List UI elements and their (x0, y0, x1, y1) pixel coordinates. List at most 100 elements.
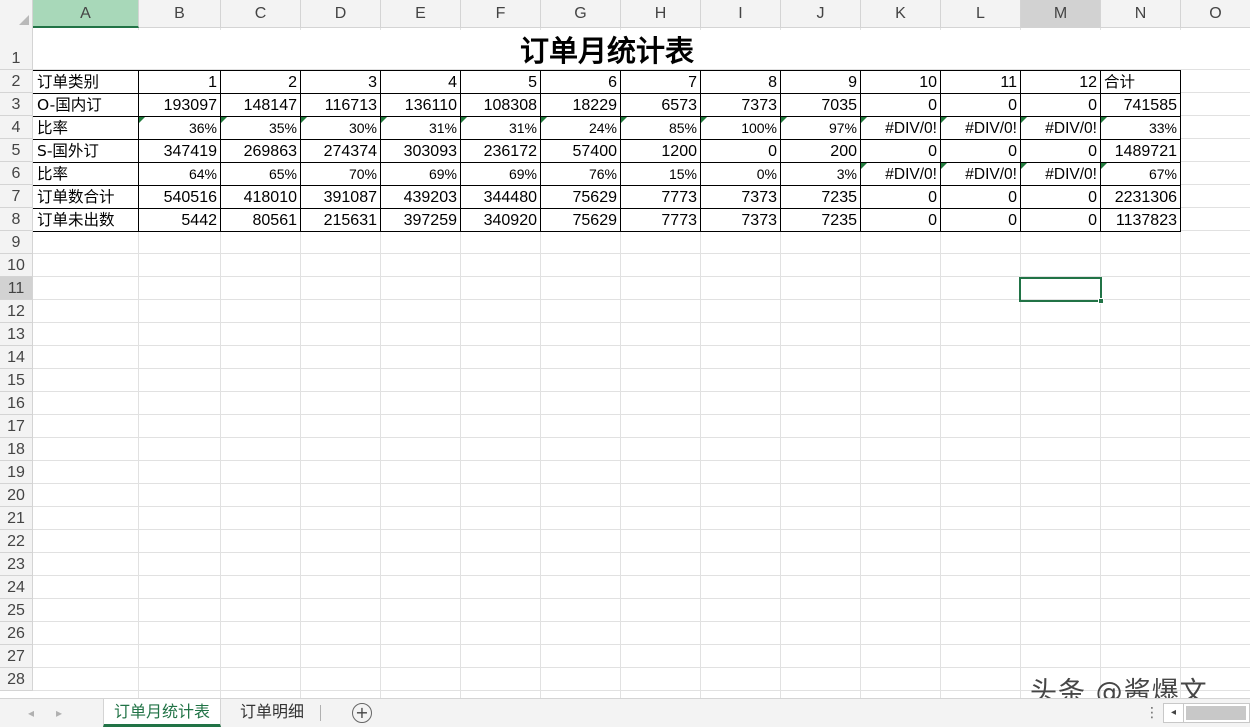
table-cell[interactable]: 0 (861, 209, 940, 232)
column-header-g[interactable]: G (541, 0, 621, 28)
table-cell[interactable]: 69% (461, 163, 540, 186)
row-header-4[interactable]: 4 (0, 116, 33, 139)
table-cell[interactable]: 215631 (301, 209, 380, 232)
table-cell[interactable]: 0 (861, 94, 940, 117)
row-header-5[interactable]: 5 (0, 139, 33, 162)
table-cell[interactable]: 741585 (1101, 94, 1180, 117)
column-header-c[interactable]: C (221, 0, 301, 28)
table-cell[interactable]: 75629 (541, 209, 620, 232)
row-header-27[interactable]: 27 (0, 645, 33, 668)
table-header-cell[interactable]: 7 (621, 71, 700, 94)
row-header-12[interactable]: 12 (0, 300, 33, 323)
table-cell[interactable]: 订单数合计 (34, 186, 138, 209)
table-cell[interactable]: 2231306 (1101, 186, 1180, 209)
row-header-7[interactable]: 7 (0, 185, 33, 208)
table-cell[interactable]: 1200 (621, 140, 700, 163)
table-cell[interactable]: 7373 (701, 186, 780, 209)
table-header-cell[interactable]: 10 (861, 71, 940, 94)
table-cell[interactable]: 0 (1021, 186, 1100, 209)
table-cell[interactable]: 0 (1021, 94, 1100, 117)
table-cell[interactable]: 274374 (301, 140, 380, 163)
sheet-tab-monthly-stats[interactable]: 订单月统计表 (103, 699, 221, 727)
prev-sheet-icon[interactable]: ◂ (24, 706, 38, 720)
row-header-23[interactable]: 23 (0, 553, 33, 576)
row-header-11[interactable]: 11 (0, 277, 33, 300)
table-cell[interactable]: #DIV/0! (941, 163, 1020, 186)
scrollbar-thumb[interactable] (1186, 706, 1246, 720)
table-header-cell[interactable]: 12 (1021, 71, 1100, 94)
table-header-cell[interactable]: 9 (781, 71, 860, 94)
table-cell[interactable]: 200 (781, 140, 860, 163)
table-cell[interactable]: 7035 (781, 94, 860, 117)
column-header-i[interactable]: I (701, 0, 781, 28)
table-cell[interactable]: 1489721 (1101, 140, 1180, 163)
next-sheet-icon[interactable]: ▸ (52, 706, 66, 720)
table-cell[interactable]: 7373 (701, 94, 780, 117)
column-header-l[interactable]: L (941, 0, 1021, 28)
table-header-cell[interactable]: 2 (221, 71, 300, 94)
column-header-m[interactable]: M (1021, 0, 1101, 28)
column-header-a[interactable]: A (33, 0, 139, 28)
row-header-16[interactable]: 16 (0, 392, 33, 415)
row-header-17[interactable]: 17 (0, 415, 33, 438)
table-cell[interactable]: #DIV/0! (861, 117, 940, 140)
table-header-cell[interactable]: 11 (941, 71, 1020, 94)
table-cell[interactable]: 33% (1101, 117, 1180, 140)
table-cell[interactable]: 136110 (381, 94, 460, 117)
table-cell[interactable]: 7373 (701, 209, 780, 232)
column-header-e[interactable]: E (381, 0, 461, 28)
table-cell[interactable]: 0 (941, 140, 1020, 163)
sheet-tab-order-details[interactable]: 订单明细 (230, 699, 314, 727)
table-cell[interactable]: 31% (381, 117, 460, 140)
table-cell[interactable]: 80561 (221, 209, 300, 232)
table-cell[interactable]: 391087 (301, 186, 380, 209)
row-header-21[interactable]: 21 (0, 507, 33, 530)
table-cell[interactable]: 7235 (781, 209, 860, 232)
table-cell[interactable]: 订单未出数 (34, 209, 138, 232)
add-sheet-icon[interactable]: + (352, 703, 372, 723)
table-cell[interactable]: 100% (701, 117, 780, 140)
table-cell[interactable]: 108308 (461, 94, 540, 117)
row-header-8[interactable]: 8 (0, 208, 33, 231)
table-cell[interactable]: 0 (701, 140, 780, 163)
column-header-h[interactable]: H (621, 0, 701, 28)
table-cell[interactable]: 7235 (781, 186, 860, 209)
column-header-f[interactable]: F (461, 0, 541, 28)
table-cell[interactable]: 36% (139, 117, 220, 140)
column-header-j[interactable]: J (781, 0, 861, 28)
table-header-cell[interactable]: 5 (461, 71, 540, 94)
table-cell[interactable]: 比率 (34, 117, 138, 140)
table-cell[interactable]: O-国内订 (34, 94, 138, 117)
table-cell[interactable]: 0 (1021, 140, 1100, 163)
table-cell[interactable]: 303093 (381, 140, 460, 163)
scroll-left-icon[interactable]: ◂ (1164, 704, 1184, 722)
row-header-13[interactable]: 13 (0, 323, 33, 346)
table-cell[interactable]: 31% (461, 117, 540, 140)
table-cell[interactable]: 85% (621, 117, 700, 140)
row-header-9[interactable]: 9 (0, 231, 33, 254)
active-cell-selection[interactable] (1019, 277, 1102, 302)
table-cell[interactable]: 148147 (221, 94, 300, 117)
table-cell[interactable]: 0 (861, 140, 940, 163)
table-header-cell[interactable]: 8 (701, 71, 780, 94)
column-header-n[interactable]: N (1101, 0, 1181, 28)
table-cell[interactable]: S-国外订 (34, 140, 138, 163)
table-cell[interactable]: 418010 (221, 186, 300, 209)
table-cell[interactable]: 6573 (621, 94, 700, 117)
row-header-6[interactable]: 6 (0, 162, 33, 185)
row-header-19[interactable]: 19 (0, 461, 33, 484)
row-header-25[interactable]: 25 (0, 599, 33, 622)
fill-handle[interactable] (1098, 298, 1104, 304)
table-cell[interactable]: 65% (221, 163, 300, 186)
table-cell[interactable]: 57400 (541, 140, 620, 163)
table-cell[interactable]: 5442 (139, 209, 220, 232)
table-cell[interactable]: 97% (781, 117, 860, 140)
table-cell[interactable]: 67% (1101, 163, 1180, 186)
table-cell[interactable]: 0 (941, 209, 1020, 232)
row-header-26[interactable]: 26 (0, 622, 33, 645)
row-header-3[interactable]: 3 (0, 93, 33, 116)
table-cell[interactable]: 75629 (541, 186, 620, 209)
column-header-b[interactable]: B (139, 0, 221, 28)
table-cell[interactable]: 18229 (541, 94, 620, 117)
table-cell[interactable]: 3% (781, 163, 860, 186)
